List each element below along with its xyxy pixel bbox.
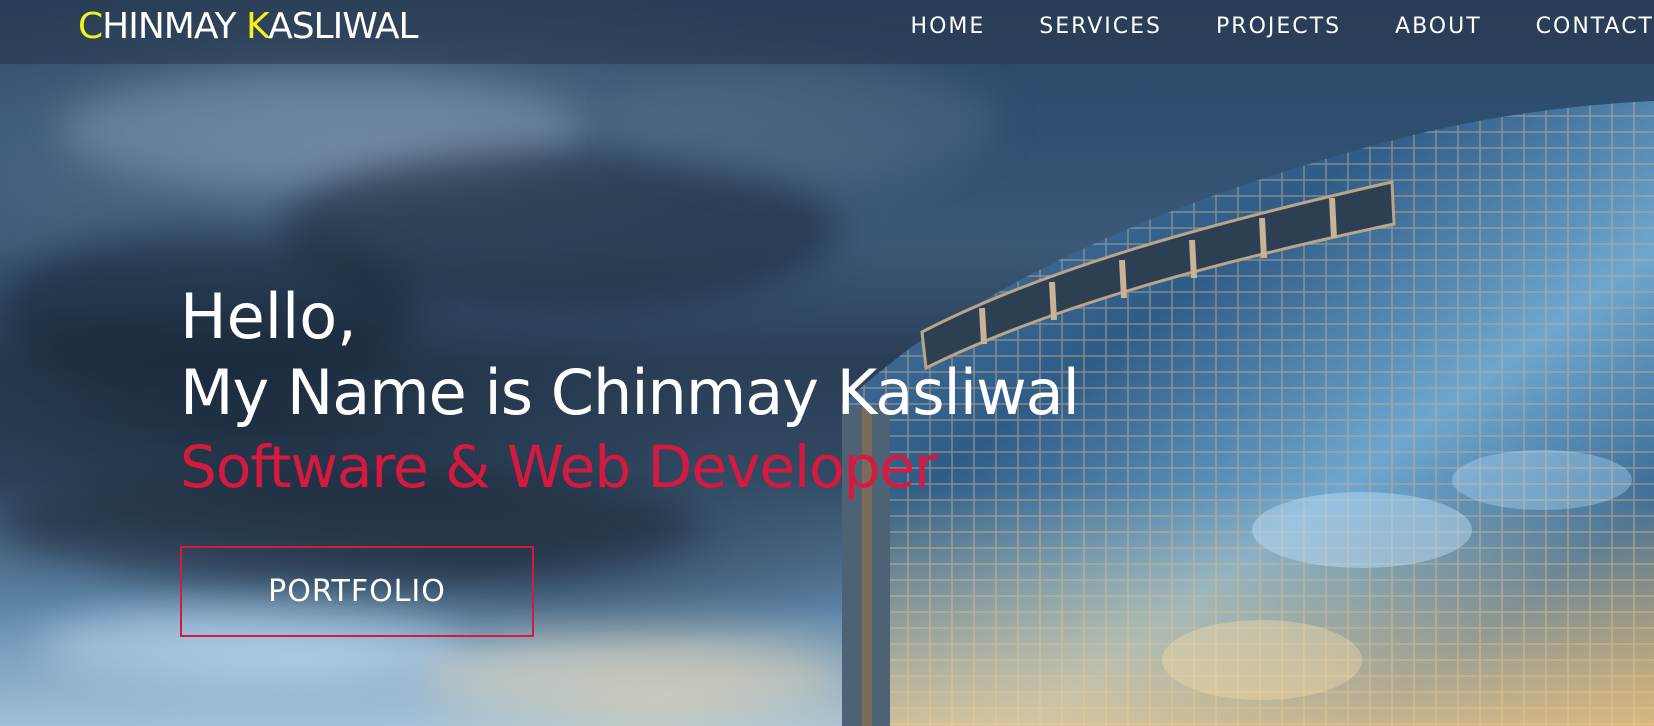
nav-link-services[interactable]: SERVICES xyxy=(1039,14,1162,39)
hero-role: Software & Web Developer xyxy=(180,433,938,501)
brand-last-name-rest: ASLIWAL xyxy=(268,6,418,47)
nav-link-about[interactable]: ABOUT xyxy=(1395,14,1482,39)
nav-links: HOME SERVICES PROJECTS ABOUT CONTACT xyxy=(911,0,1654,52)
brand-initial-c: C xyxy=(78,6,103,47)
portfolio-button[interactable]: PORTFOLIO xyxy=(180,546,534,637)
hero-greeting: Hello, xyxy=(180,280,357,353)
nav-link-home[interactable]: HOME xyxy=(911,14,986,39)
page: CHINMAY KASLIWAL HOME SERVICES PROJECTS … xyxy=(0,0,1654,726)
nav-link-projects[interactable]: PROJECTS xyxy=(1216,14,1341,39)
navbar: CHINMAY KASLIWAL HOME SERVICES PROJECTS … xyxy=(0,0,1654,64)
hero-name-line: My Name is Chinmay Kasliwal xyxy=(180,356,1080,429)
brand-logo[interactable]: CHINMAY KASLIWAL xyxy=(78,6,419,48)
nav-link-contact[interactable]: CONTACT xyxy=(1536,14,1654,39)
brand-initial-k: K xyxy=(246,6,269,47)
brand-first-name-rest: HINMAY xyxy=(102,6,247,47)
